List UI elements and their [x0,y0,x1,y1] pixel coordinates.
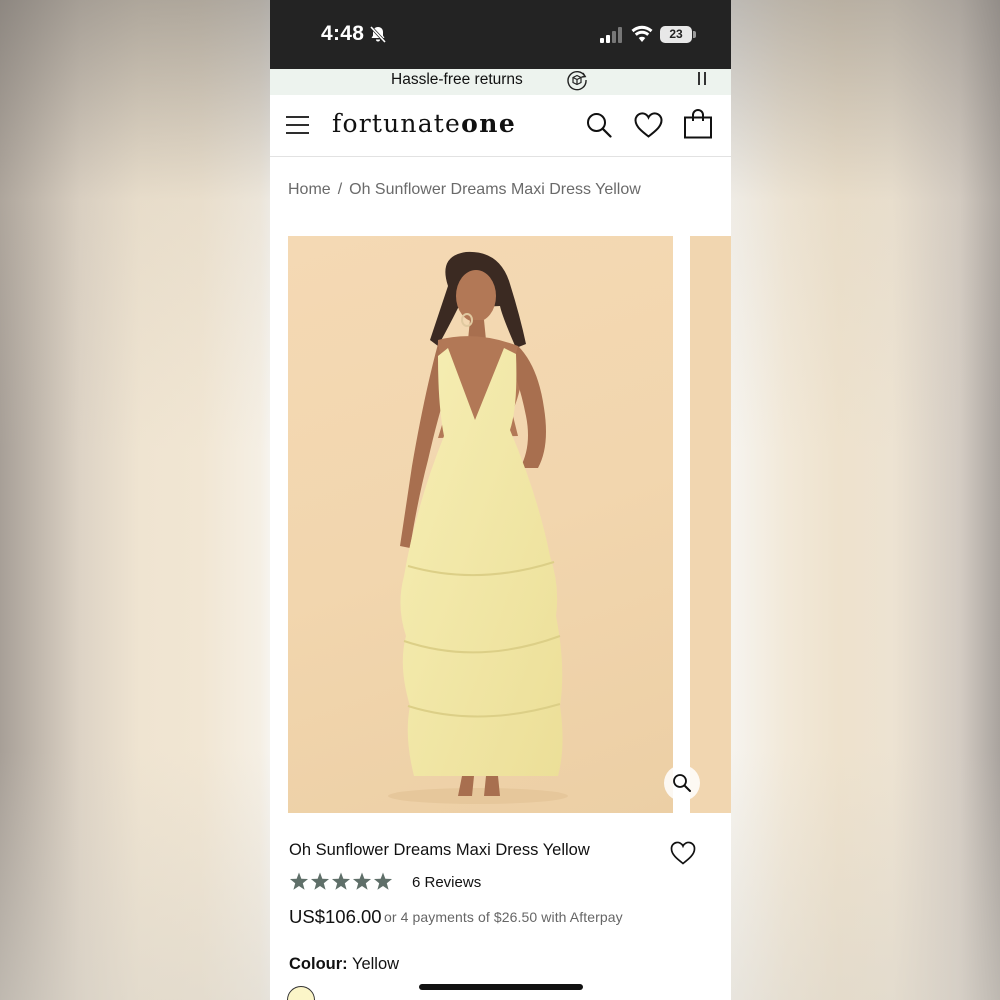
promo-pause-button[interactable] [695,72,711,86]
colour-label: Colour: [289,955,348,973]
next-product-photo[interactable] [690,236,731,813]
search-icon[interactable] [586,112,612,138]
product-gallery[interactable] [288,236,731,813]
phone-screen: 4:48 23 Hassle-free returns fortunateone… [270,0,731,1000]
breadcrumb-separator: / [337,181,343,198]
site-header: fortunateone [270,95,731,157]
promo-bar[interactable]: Hassle-free returns [270,69,731,95]
logo-bold: one [461,109,517,138]
zoom-button[interactable] [664,765,700,801]
star-icon [331,872,351,890]
colour-selection-label: Colour: Yellow [289,953,399,975]
wishlist-heart-icon[interactable] [670,841,696,865]
zoom-icon [673,774,691,792]
battery-indicator: 23 [660,26,692,43]
breadcrumb-home[interactable]: Home [288,181,331,198]
colour-swatch-yellow[interactable] [287,986,315,1000]
shopping-bag-icon[interactable] [683,109,713,139]
star-icon [310,872,330,890]
brand-logo[interactable]: fortunateone [332,107,516,141]
backdrop-left [0,0,270,1000]
battery-tip [693,31,696,38]
box-return-icon [567,70,587,91]
wifi-icon [631,25,653,42]
signal-icon [600,27,622,43]
backdrop-right-shade [731,0,1000,1000]
pause-bar-left [698,72,700,85]
star-icon [289,872,309,890]
promo-text: Hassle-free returns [391,71,523,88]
product-price: US$106.00 [289,906,382,927]
afterpay-info[interactable]: or 4 payments of $26.50 with Afterpay [384,908,623,926]
star-icon [352,872,372,890]
home-indicator [419,984,583,990]
model-photo-illustration [388,251,568,804]
bell-slash-icon [369,25,387,43]
logo-light: fortunate [332,109,462,138]
reviews-link[interactable]: 6 Reviews [412,873,481,893]
colour-value: Yellow [351,955,400,973]
pause-bar-right [704,72,706,85]
status-bar: 4:48 23 [270,0,731,69]
product-photo[interactable] [288,236,673,813]
status-time: 4:48 [321,22,365,45]
heart-icon[interactable] [634,112,663,138]
breadcrumb: Home / Oh Sunflower Dreams Maxi Dress Yell… [288,180,641,200]
star-rating [289,872,393,890]
breadcrumb-current: Oh Sunflower Dreams Maxi Dress Yellow [349,181,641,198]
star-icon [373,872,393,890]
menu-icon[interactable] [286,115,309,135]
product-title: Oh Sunflower Dreams Maxi Dress Yellow [289,841,590,859]
